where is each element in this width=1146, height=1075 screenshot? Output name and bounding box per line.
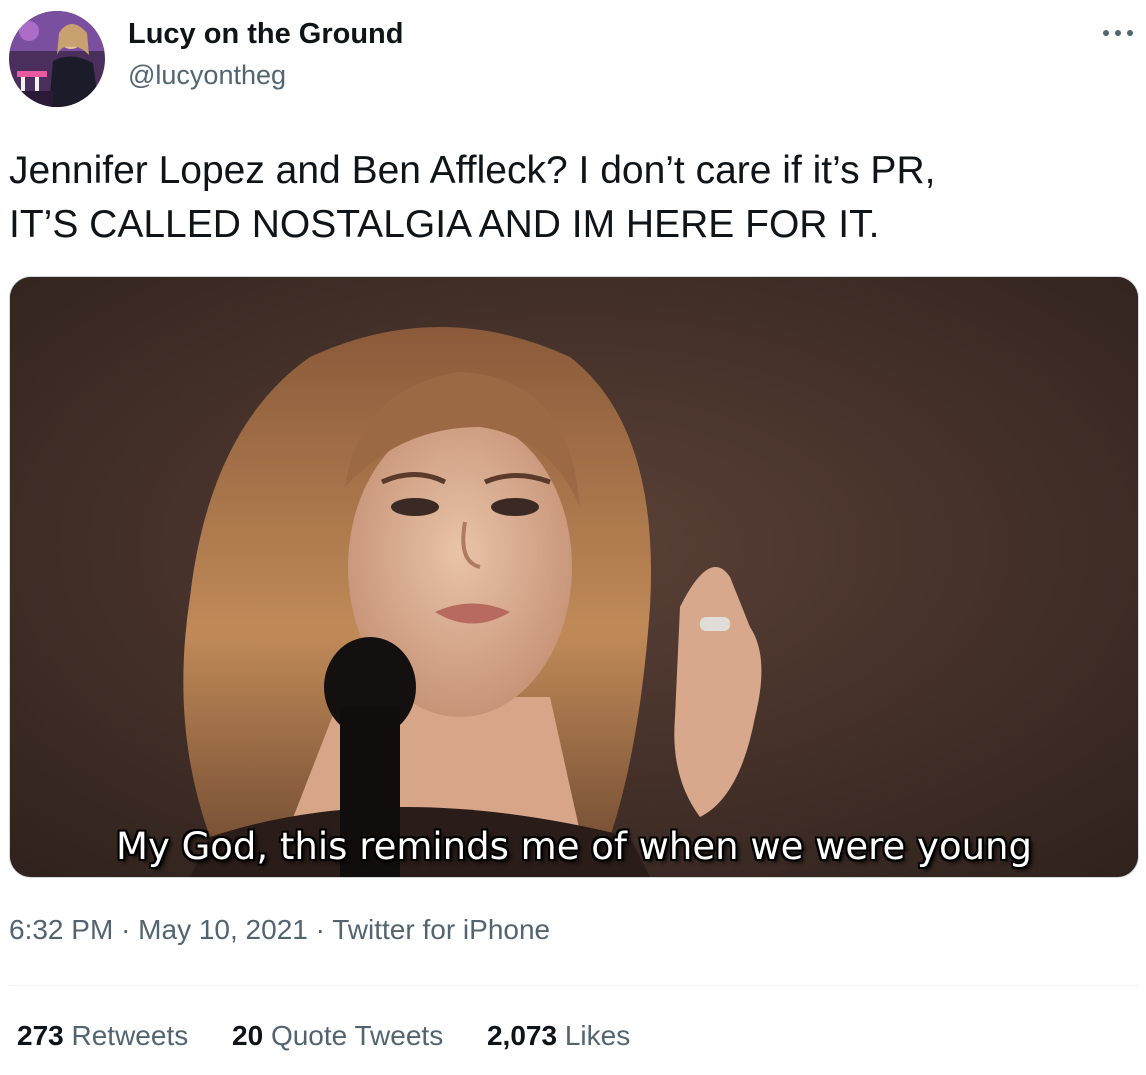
meta-separator: · — [315, 914, 325, 945]
likes-label: Likes — [564, 1020, 631, 1051]
tweet-date[interactable]: May 10, 2021 — [138, 914, 308, 945]
likes-count: 2,073 — [486, 1020, 558, 1051]
quote-tweets-stat[interactable]: 20 Quote Tweets — [232, 1020, 443, 1052]
tweet-stats: 273 Retweets 20 Quote Tweets 2,073 Likes — [17, 1020, 666, 1052]
retweets-count: 273 — [17, 1020, 64, 1051]
author-avatar[interactable] — [9, 11, 105, 107]
quote-tweets-label: Quote Tweets — [270, 1020, 444, 1051]
tweet-text: Jennifer Lopez and Ben Affleck? I don’t … — [9, 144, 1134, 252]
tweet-media[interactable]: My God, this reminds me of when we were … — [9, 276, 1139, 878]
retweets-stat[interactable]: 273 Retweets — [17, 1020, 188, 1052]
tweet-text-line: Jennifer Lopez and Ben Affleck? I don’t … — [9, 149, 936, 192]
tweet-source[interactable]: Twitter for iPhone — [332, 914, 550, 945]
tweet-meta: 6:32 PM · May 10, 2021 · Twitter for iPh… — [9, 914, 550, 946]
avatar-image — [9, 11, 105, 107]
media-image — [10, 277, 1138, 877]
retweets-label: Retweets — [71, 1020, 189, 1051]
author-display-name[interactable]: Lucy on the Ground — [128, 18, 404, 51]
author-handle[interactable]: @lucyontheg — [128, 60, 286, 91]
quote-tweets-count: 20 — [232, 1020, 264, 1051]
divider — [9, 985, 1139, 986]
tweet-text-line: IT’S CALLED NOSTALGIA AND IM HERE FOR IT… — [9, 203, 880, 246]
tweet-time[interactable]: 6:32 PM — [9, 914, 113, 945]
likes-stat[interactable]: 2,073 Likes — [487, 1020, 630, 1052]
more-options-icon[interactable] — [1098, 18, 1138, 48]
media-caption: My God, this reminds me of when we were … — [116, 825, 1032, 868]
meta-separator: · — [121, 914, 131, 945]
